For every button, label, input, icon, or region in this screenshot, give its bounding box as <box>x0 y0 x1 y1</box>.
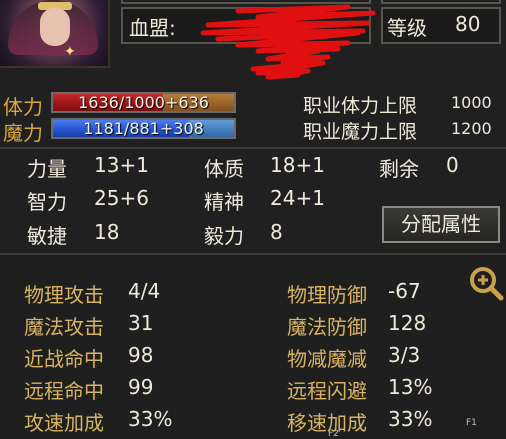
divider-mid <box>0 253 506 255</box>
move-speed-label: 移速加成 <box>287 411 367 435</box>
hotkey-f2-label: F2 <box>328 429 339 439</box>
phys-def-value: -67 <box>388 279 421 303</box>
mag-atk-value: 31 <box>128 311 154 335</box>
strength-value: 13+1 <box>94 153 149 177</box>
hp-limit-value: 1000 <box>451 93 492 112</box>
hp-bar: 1636/1000+636 <box>51 92 236 113</box>
redaction-scribble <box>200 4 376 80</box>
constitution-label: 体质 <box>204 157 244 181</box>
ranged-dodge-label: 远程闪避 <box>287 379 367 403</box>
damage-reduce-label: 物减魔减 <box>287 347 367 371</box>
damage-reduce-value: 3/3 <box>388 343 421 367</box>
phys-atk-label: 物理攻击 <box>24 283 104 307</box>
constitution-value: 18+1 <box>270 153 325 177</box>
remaining-value: 0 <box>446 153 459 177</box>
ranged-hit-label: 远程命中 <box>24 379 104 403</box>
spirit-label: 精神 <box>204 190 244 214</box>
agility-value: 18 <box>94 220 120 244</box>
divider-top <box>0 147 506 149</box>
level-value: 80 <box>455 12 481 36</box>
zoom-in-icon[interactable] <box>467 264 505 302</box>
mag-def-label: 魔法防御 <box>287 315 367 339</box>
top-frame-right <box>381 0 501 4</box>
strength-label: 力量 <box>27 157 67 181</box>
willpower-value: 8 <box>270 220 283 244</box>
intelligence-value: 25+6 <box>94 186 149 210</box>
level-label: 等级 <box>387 16 427 40</box>
willpower-label: 毅力 <box>204 224 244 248</box>
allocate-attributes-button[interactable]: 分配属性 <box>382 206 500 243</box>
mp-bar: 1181/881+308 <box>51 118 236 139</box>
hp-bar-text: 1636/1000+636 <box>78 93 209 112</box>
ranged-dodge-value: 13% <box>388 375 433 399</box>
atk-speed-value: 33% <box>128 407 173 431</box>
ranged-hit-value: 99 <box>128 375 154 399</box>
remaining-label: 剩余 <box>379 157 419 181</box>
mp-bar-text: 1181/881+308 <box>83 119 204 138</box>
alliance-label: 血盟: <box>129 16 176 40</box>
phys-atk-value: 4/4 <box>128 279 161 303</box>
mag-def-value: 128 <box>388 311 427 335</box>
phys-def-label: 物理防御 <box>287 283 367 307</box>
spirit-value: 24+1 <box>270 186 325 210</box>
mp-limit-value: 1200 <box>451 119 492 138</box>
atk-speed-label: 攻速加成 <box>24 411 104 435</box>
character-portrait[interactable]: ✦ <box>0 0 110 68</box>
agility-label: 敏捷 <box>27 224 67 248</box>
move-speed-value: 33% <box>388 407 433 431</box>
hp-limit-label: 职业体力上限 <box>303 95 418 117</box>
intelligence-label: 智力 <box>27 190 67 214</box>
melee-hit-value: 98 <box>128 343 154 367</box>
mag-atk-label: 魔法攻击 <box>24 315 104 339</box>
melee-hit-label: 近战命中 <box>24 347 104 371</box>
mp-limit-label: 职业魔力上限 <box>303 121 418 143</box>
hotkey-f1-label: F1 <box>466 418 477 428</box>
hp-label: 体力 <box>3 95 43 119</box>
mp-label: 魔力 <box>3 121 43 145</box>
